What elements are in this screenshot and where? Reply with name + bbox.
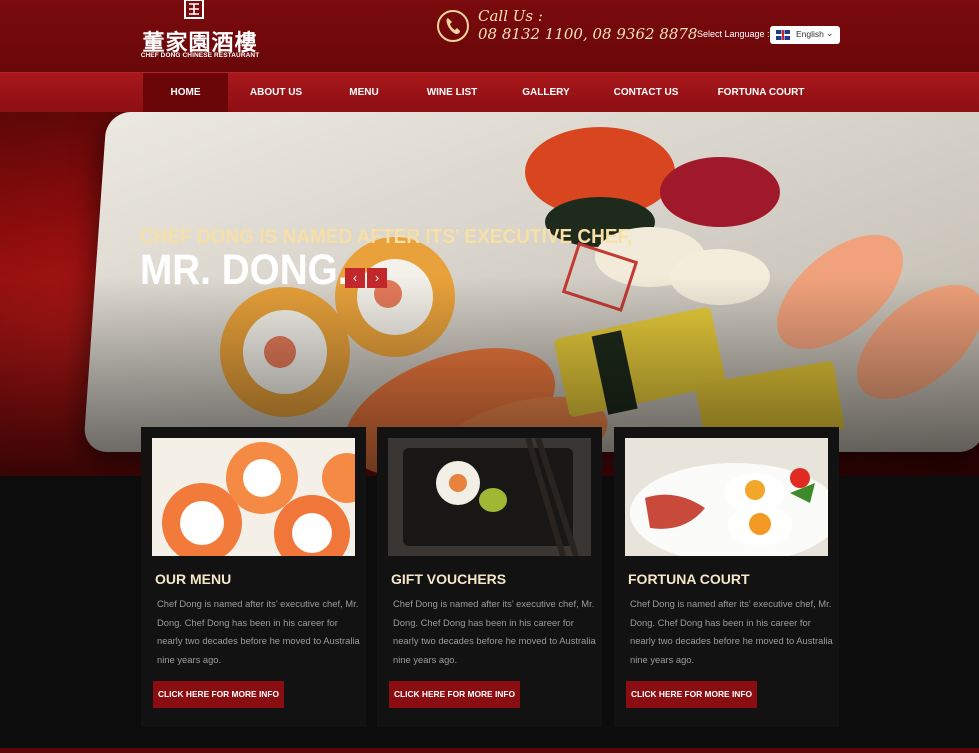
- language-select[interactable]: English ⌄: [770, 26, 840, 44]
- card-title: GIFT VOUCHERS: [391, 571, 507, 587]
- card-image-sushi-wasabi[interactable]: [388, 438, 591, 556]
- nav-item-gallery[interactable]: GALLERY: [514, 73, 578, 113]
- card-image-breakfast[interactable]: [625, 438, 828, 556]
- nav-item-about-us[interactable]: ABOUT US: [236, 73, 316, 113]
- logo[interactable]: 董家園酒樓 CHEF DONG CHINESE RESTAURANT: [140, 0, 260, 64]
- hero-slider: CHEF DONG IS NAMED AFTER ITS’ EXECUTIVE …: [0, 112, 979, 476]
- slider-prev-button[interactable]: ‹: [345, 268, 365, 288]
- phone-numbers[interactable]: 08 8132 1100, 08 9362 8878: [478, 25, 697, 43]
- logo-emblem-icon: [184, 0, 204, 19]
- nav-item-fortuna-court[interactable]: FORTUNA COURT: [712, 73, 810, 113]
- call-us-label: Call Us :: [478, 7, 543, 25]
- footer-strip: [0, 748, 979, 753]
- nav-item-wine-list[interactable]: WINE LIST: [414, 73, 490, 113]
- uk-flag-icon: [776, 30, 790, 40]
- card-fortuna-court: FORTUNA COURT Chef Dong is named after i…: [614, 427, 839, 727]
- chevron-down-icon: ⌄: [826, 28, 834, 38]
- main-nav: HOME ABOUT US MENU WINE LIST GALLERY CON…: [0, 72, 979, 113]
- slider-next-button[interactable]: ›: [367, 268, 387, 288]
- more-info-button[interactable]: CLICK HERE FOR MORE INFO: [153, 681, 284, 708]
- chevron-right-icon: ›: [374, 270, 380, 285]
- nav-item-contact-us[interactable]: CONTACT US: [604, 73, 688, 113]
- chevron-left-icon: ‹: [352, 270, 358, 285]
- nav-item-home[interactable]: HOME: [143, 73, 228, 113]
- card-title: FORTUNA COURT: [628, 571, 750, 587]
- language-label: Select Language :: [697, 29, 770, 39]
- card-our-menu: OUR MENU Chef Dong is named after its’ e…: [141, 427, 366, 727]
- phone-icon: [437, 10, 469, 42]
- card-title: OUR MENU: [155, 571, 232, 587]
- card-description: Chef Dong is named after its’ executive …: [393, 598, 596, 665]
- card-image-sushi-rolls[interactable]: [152, 438, 355, 556]
- language-selected-value: English: [796, 29, 824, 39]
- card-gift-vouchers: GIFT VOUCHERS Chef Dong is named after i…: [377, 427, 602, 727]
- card-description: Chef Dong is named after its’ executive …: [630, 598, 833, 665]
- header: 董家園酒樓 CHEF DONG CHINESE RESTAURANT Call …: [0, 0, 979, 72]
- page: 董家園酒樓 CHEF DONG CHINESE RESTAURANT Call …: [0, 0, 979, 753]
- card-description: Chef Dong is named after its’ executive …: [157, 598, 360, 665]
- more-info-button[interactable]: CLICK HERE FOR MORE INFO: [626, 681, 757, 708]
- nav-item-menu[interactable]: MENU: [336, 73, 392, 113]
- hero-headline-large: MR. DONG.: [140, 246, 349, 294]
- logo-english-name: CHEF DONG CHINESE RESTAURANT: [140, 52, 260, 59]
- more-info-button[interactable]: CLICK HERE FOR MORE INFO: [389, 681, 520, 708]
